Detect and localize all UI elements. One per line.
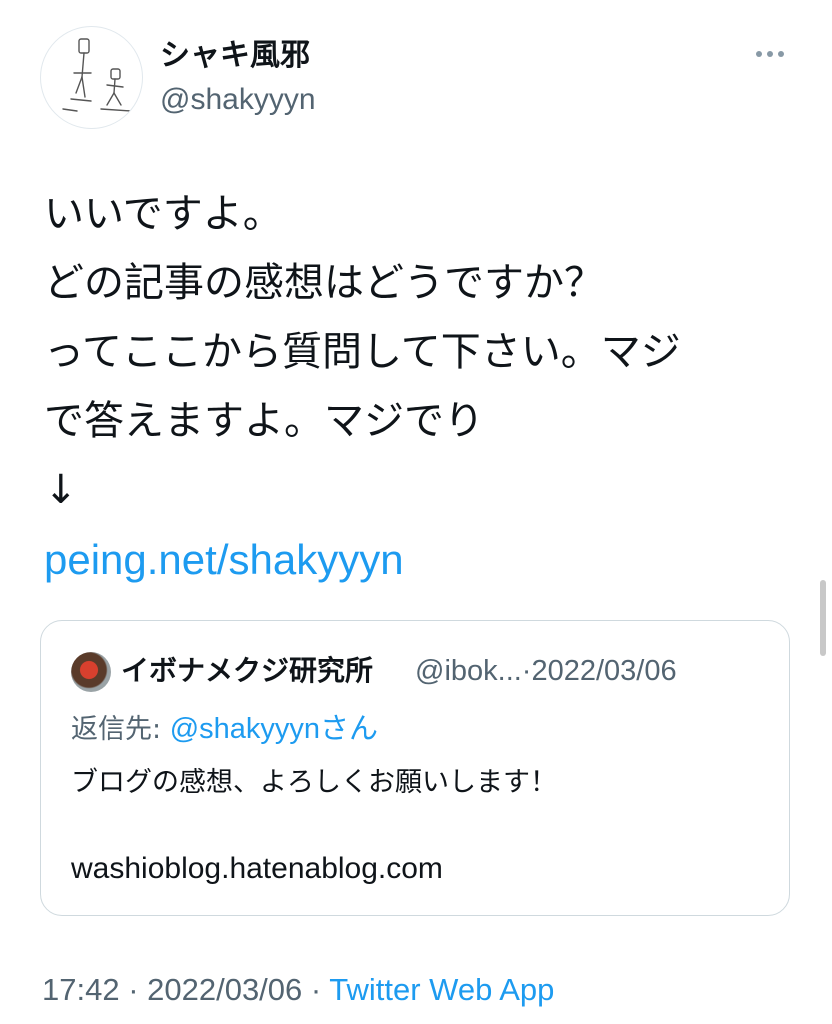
quoted-avatar[interactable] [71, 652, 111, 692]
tweet-text: いいですよ。 どの記事の感想はどうですか？ ってここから質問して下さい。マジ で… [44, 180, 784, 596]
more-dot [756, 51, 762, 57]
tweet-line: どの記事の感想はどうですか？ [44, 260, 604, 306]
quoted-display-name: イボナメクジ研究所 [121, 654, 374, 687]
tweet-line: ってここから質問して下さい。マジ [44, 329, 681, 375]
tweet-footer: 17:42 · 2022/03/06 · Twitter Web App [42, 968, 554, 1012]
author-handle[interactable]: @shakyyyn [160, 80, 316, 120]
quoted-tweet-card[interactable]: イボナメクジ研究所 @ibok...·2022/03/06 返信先: @shak… [40, 620, 790, 916]
tweet-line: ↓ [44, 467, 78, 513]
scrollbar[interactable] [820, 0, 826, 660]
sketch-avatar-icon [62, 38, 132, 112]
author-display-name[interactable]: シャキ風邪 [160, 36, 310, 76]
source-link[interactable]: Twitter Web App [329, 972, 554, 1007]
quoted-body: ブログの感想、よろしくお願いします！ [71, 767, 557, 798]
reply-suffix: さん [320, 713, 379, 745]
quoted-handle-date: @ibok...·2022/03/06 [415, 655, 677, 687]
tweet-link[interactable]: peing.net/shakyyyn [44, 536, 404, 583]
scrollbar-thumb[interactable] [820, 580, 826, 656]
more-options-icon[interactable] [756, 44, 790, 64]
quoted-url: washioblog.hatenablog.com [71, 852, 443, 885]
author-avatar[interactable] [40, 26, 143, 129]
quoted-reply-to: 返信先: @shakyyynさん [71, 709, 378, 750]
more-dot [778, 51, 784, 57]
reply-prefix: 返信先: [71, 714, 170, 745]
more-dot [767, 51, 773, 57]
reply-mention-link[interactable]: @shakyyyn [170, 713, 320, 745]
tweet-line: いいですよ。 [44, 191, 283, 237]
timestamp[interactable]: 17:42 · 2022/03/06 · [42, 972, 329, 1007]
tweet-line: で答えますよ。マジでり [44, 398, 484, 444]
